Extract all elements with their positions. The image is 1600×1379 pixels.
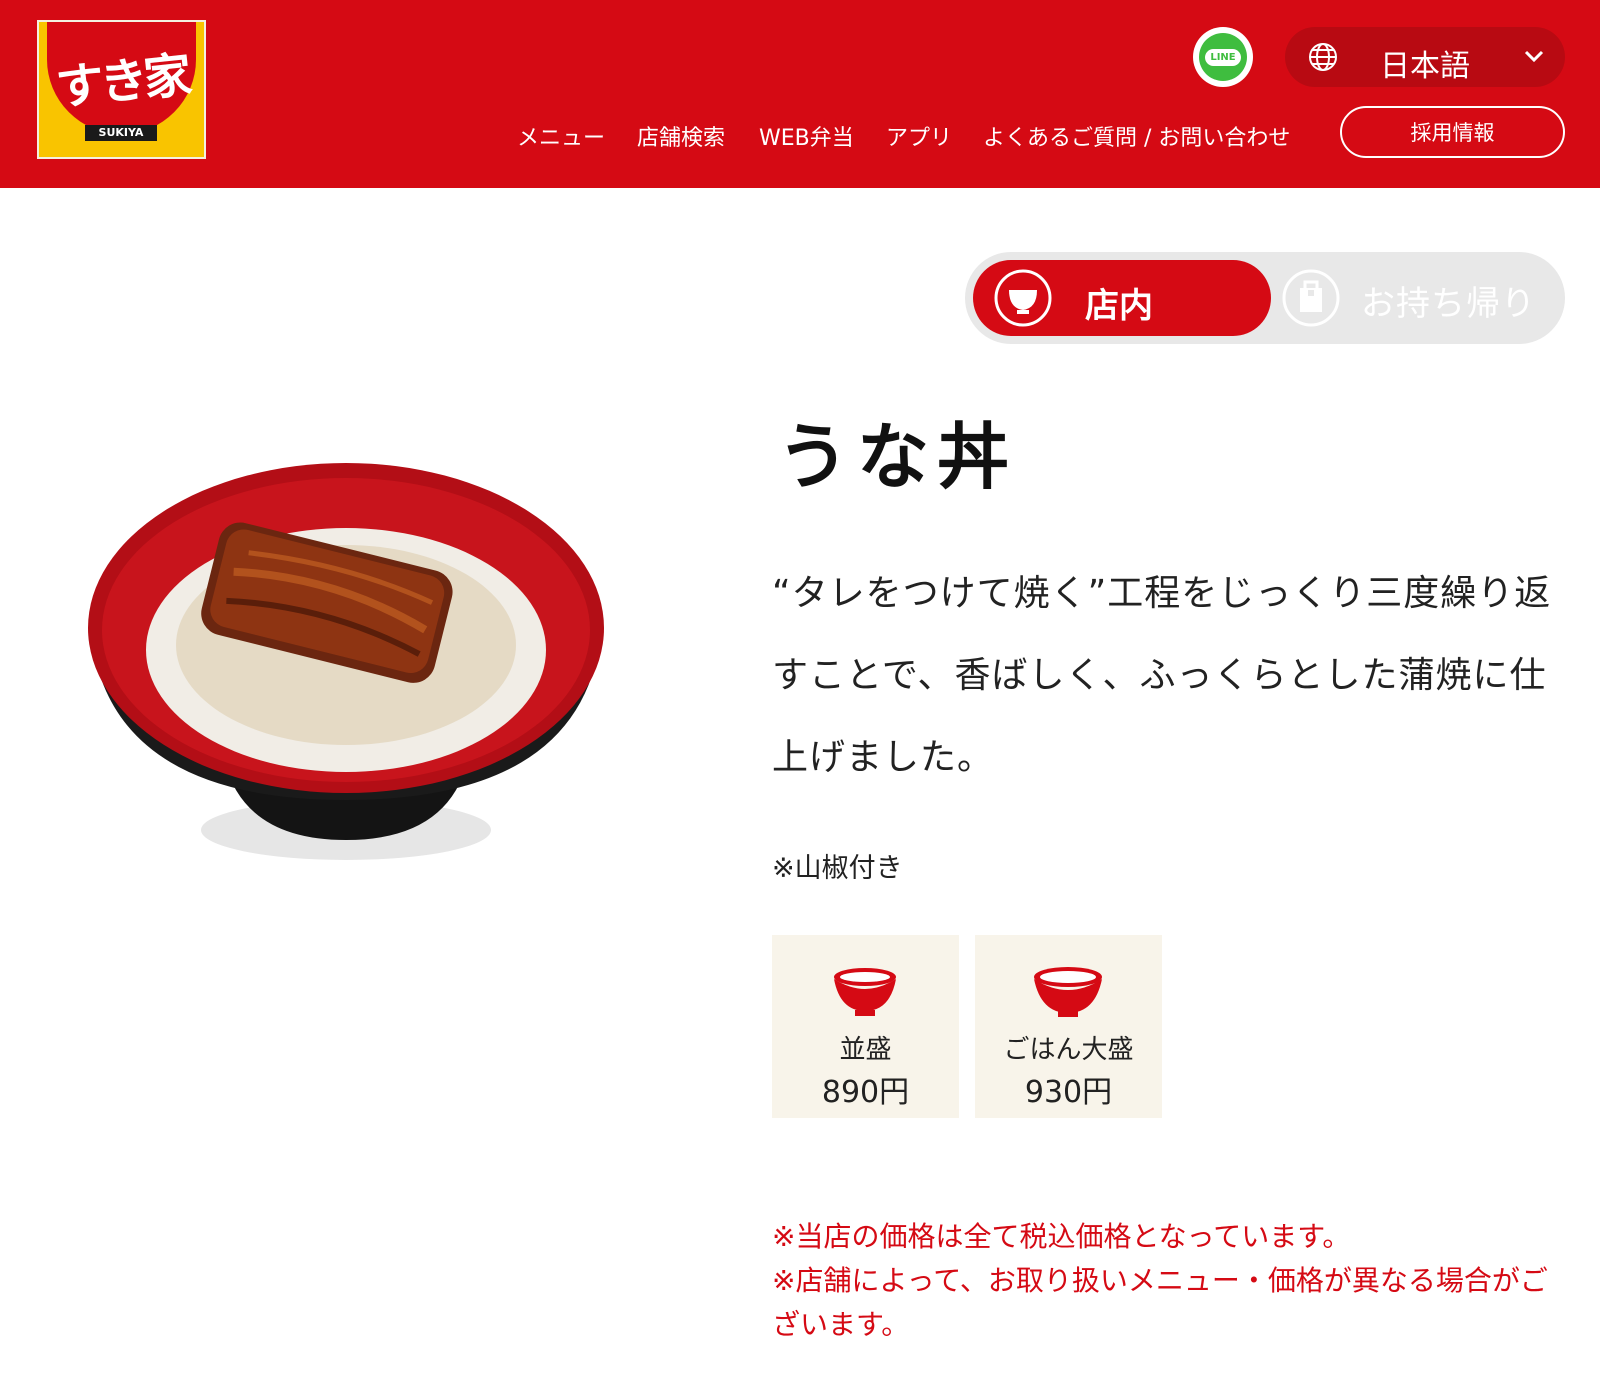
- nav-faq-contact[interactable]: よくあるご質問 / お問い合わせ: [983, 120, 1290, 152]
- bowl-icon: [1034, 967, 1102, 1017]
- nav-menu[interactable]: メニュー: [517, 120, 605, 152]
- product-title: うな丼: [777, 415, 1018, 499]
- size-card-regular: 並盛 890円: [772, 935, 959, 1118]
- globe-icon: [1309, 43, 1337, 71]
- product-description: “タレをつけて焼く”工程をじっくり三度繰り返すことで、香ばしく、ふっくらとした蒲…: [772, 573, 1552, 778]
- language-selector[interactable]: 日本語: [1285, 27, 1565, 87]
- dining-toggle: 店内 お持ち帰り: [965, 252, 1565, 344]
- size-card-large-rice: ごはん大盛 930円: [975, 935, 1162, 1118]
- bowl-icon: [834, 968, 896, 1016]
- eat-in-label: 店内: [1085, 286, 1153, 326]
- size-price: 930円: [1024, 1075, 1113, 1110]
- size-name: 並盛: [839, 1035, 892, 1065]
- line-label: LINE: [1205, 48, 1241, 66]
- product-note: ※山椒付き: [772, 853, 903, 884]
- recruit-button[interactable]: 採用情報: [1340, 106, 1565, 158]
- nav-app[interactable]: アプリ: [886, 120, 952, 152]
- size-name: ごはん大盛: [1003, 1035, 1134, 1065]
- takeout-label[interactable]: お持ち帰り: [1361, 276, 1536, 325]
- line-button[interactable]: LINE: [1193, 27, 1253, 87]
- store-disclaimer: ※店舗によって、お取り扱いメニュー・価格が異なる場合がございます。: [772, 1264, 1548, 1341]
- tax-disclaimer: ※当店の価格は全て税込価格となっています。: [772, 1220, 1351, 1253]
- nav-store-search[interactable]: 店舗検索: [637, 120, 725, 152]
- size-price: 890円: [821, 1075, 910, 1110]
- line-icon: LINE: [1199, 33, 1247, 81]
- site-header: すき家 SUKIYA LINE 日本語 メニュー 店舗検索 WEB弁当 アプリ …: [0, 0, 1600, 188]
- unadon-image: [88, 463, 604, 860]
- tab-eat-in[interactable]: 店内: [973, 260, 1271, 336]
- bowl-icon: [994, 269, 1052, 327]
- nav-web-bento[interactable]: WEB弁当: [759, 120, 854, 152]
- chevron-down-icon: [1524, 50, 1544, 63]
- takeout-bag-icon[interactable]: [1281, 268, 1341, 328]
- language-label: 日本語: [1380, 49, 1470, 84]
- logo-subtext: SUKIYA: [85, 125, 157, 141]
- sukiya-logo[interactable]: すき家 SUKIYA: [37, 20, 206, 159]
